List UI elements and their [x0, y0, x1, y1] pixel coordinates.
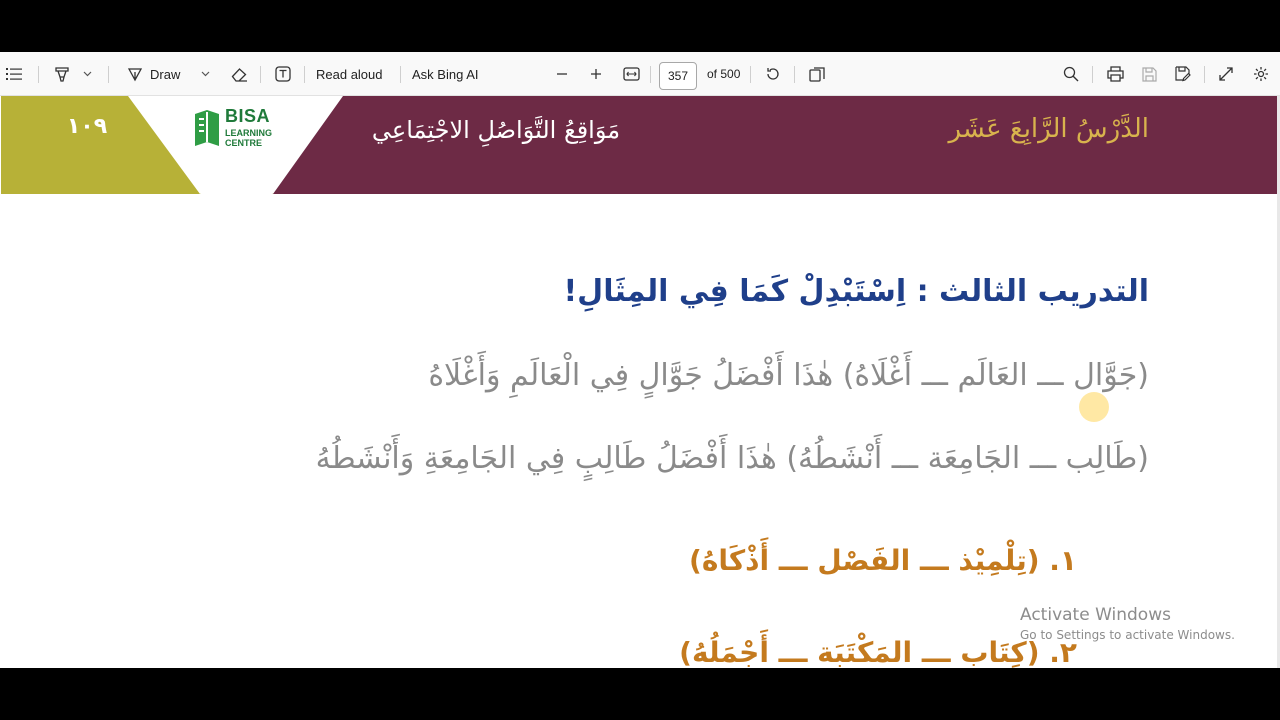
activate-windows-watermark: Activate Windows Go to Settings to activ…	[1020, 604, 1235, 644]
save-icon[interactable]	[1138, 52, 1160, 96]
page-number-input[interactable]	[659, 62, 697, 90]
save-as-icon[interactable]	[1172, 52, 1194, 96]
document-viewport[interactable]: ١٠٩ BISA LEARNING CENTRE مَوَاقِعُ التَّ…	[0, 96, 1280, 668]
logo-sub-text-1: LEARNING	[225, 128, 272, 138]
eraser-icon[interactable]	[228, 52, 250, 96]
page-view-icon[interactable]	[806, 52, 828, 96]
toolbar-separator	[260, 66, 261, 83]
toolbar-separator	[1204, 66, 1205, 83]
rotate-icon[interactable]	[762, 52, 784, 96]
example-line-2: (طَالِب ـــ الجَامِعَة ـــ أَنْشَطُهُ) ه…	[315, 441, 1149, 476]
page-total-label: of 500	[707, 67, 741, 81]
logo-sub-text-2: CENTRE	[225, 138, 263, 148]
page-number: ١٠٩	[66, 114, 108, 139]
watermark-subtitle: Go to Settings to activate Windows.	[1020, 628, 1235, 642]
zoom-out-icon[interactable]	[552, 52, 572, 96]
read-aloud-button[interactable]: Read aloud	[316, 52, 392, 96]
toolbar-separator	[108, 66, 109, 83]
letterbox-top	[0, 0, 1280, 52]
exercise-title: التدريب الثالث : اِسْتَبْدِلْ كَمَا فِي …	[563, 274, 1150, 309]
highlight-chevron-down-icon[interactable]	[80, 52, 94, 96]
search-icon[interactable]	[1060, 52, 1082, 96]
letterbox-bottom	[0, 668, 1280, 720]
toolbar-separator	[794, 66, 795, 83]
fit-width-icon[interactable]	[620, 52, 642, 96]
toolbar-separator	[650, 66, 651, 83]
question-item-1: ١. (تِلْمِيْذ ـــ الفَصْل ـــ أَذْكَاهُ)	[689, 544, 1077, 577]
toolbar-separator	[400, 66, 401, 83]
text-box-icon[interactable]	[272, 52, 294, 96]
read-aloud-label: Read aloud	[316, 66, 383, 82]
expand-icon[interactable]	[1216, 52, 1236, 96]
draw-button[interactable]: Draw	[150, 52, 190, 96]
toolbar-separator	[1092, 66, 1093, 83]
mouse-cursor-highlight	[1079, 392, 1109, 422]
draw-label: Draw	[150, 66, 181, 82]
ask-bing-label: Ask Bing AI	[412, 66, 479, 82]
pdf-toolbar: Draw Read aloud Ask Bing AI	[0, 52, 1280, 96]
toolbar-separator	[750, 66, 751, 83]
draw-chevron-down-icon[interactable]	[198, 52, 212, 96]
gear-icon[interactable]	[1250, 52, 1272, 96]
lesson-label: الدَّرْسُ الرَّابِعَ عَشَر	[948, 114, 1149, 144]
pdf-page: ١٠٩ BISA LEARNING CENTRE مَوَاقِعُ التَّ…	[1, 96, 1277, 668]
zoom-in-icon[interactable]	[586, 52, 606, 96]
question-item-2: ٢. (كِتَاب ـــ المَكْتَبَة ـــ أَجْمَلُه…	[679, 636, 1077, 668]
watermark-title: Activate Windows	[1020, 605, 1171, 625]
print-icon[interactable]	[1104, 52, 1126, 96]
contents-icon[interactable]	[4, 52, 24, 96]
bisa-logo: BISA LEARNING CENTRE	[193, 106, 278, 152]
highlight-icon[interactable]	[52, 52, 72, 96]
logo-main-text: BISA	[225, 106, 271, 126]
ask-bing-button[interactable]: Ask Bing AI	[412, 52, 492, 96]
toolbar-separator	[38, 66, 39, 83]
lesson-title: مَوَاقِعُ التَّوَاصُلِ الاجْتِمَاعِي	[371, 116, 621, 144]
toolbar-separator	[304, 66, 305, 83]
draw-icon[interactable]	[126, 52, 144, 96]
example-line-1: (جَوَّال ـــ العَالَم ـــ أَغْلَاهُ) هٰذ…	[428, 358, 1149, 393]
